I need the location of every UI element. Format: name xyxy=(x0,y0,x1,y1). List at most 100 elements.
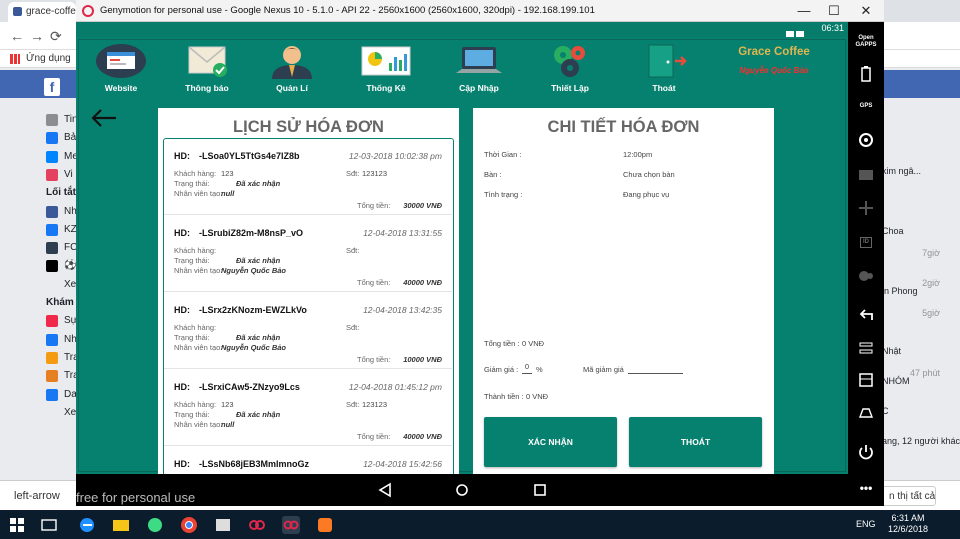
sidebar-item[interactable]: Bả xyxy=(64,132,76,143)
invoice-date: 12-04-2018 01:45:12 pm xyxy=(348,382,442,392)
back-button-icon[interactable] xyxy=(854,304,878,328)
genymotion-window: Genymotion for personal use - Google Nex… xyxy=(76,0,884,506)
device-id-button[interactable]: ID xyxy=(854,230,878,254)
sidebar-item[interactable]: Da xyxy=(64,389,77,400)
xampp-icon[interactable] xyxy=(316,516,334,534)
sidebar-item[interactable]: Vi xyxy=(64,169,73,180)
table-label: Bàn : xyxy=(484,170,502,179)
language-indicator[interactable]: ENG xyxy=(856,519,876,529)
battery-icon[interactable] xyxy=(854,62,878,86)
invoice-list[interactable]: HD: -LSoa0YL5TtGs4e7lZ8b 12-03-2018 10:02:… xyxy=(163,138,454,474)
genymotion-taskbar-icon[interactable] xyxy=(248,516,266,534)
android-studio-icon[interactable] xyxy=(146,516,164,534)
clock-date: 12/6/2018 xyxy=(888,524,929,534)
sidebar-item[interactable]: Khám xyxy=(46,297,74,308)
more-icon[interactable]: ••• xyxy=(854,476,878,500)
contact-item[interactable]: in Phong xyxy=(882,286,918,296)
edge-icon[interactable] xyxy=(78,516,96,534)
camera-icon[interactable] xyxy=(854,128,878,152)
maximize-button[interactable]: ☐ xyxy=(820,2,848,20)
nav-back-icon[interactable] xyxy=(376,482,394,498)
app-screen: Website Thông báo Quản Lí Thống Kê Cập N… xyxy=(76,37,848,474)
sidebar-item[interactable]: Xe xyxy=(64,279,76,290)
task-view-icon[interactable] xyxy=(40,516,58,534)
confirm-button[interactable]: XÁC NHẬN xyxy=(484,417,617,467)
nav-manage[interactable]: Quản Lí xyxy=(256,37,328,95)
total-label: Tổng tiền: xyxy=(357,355,391,364)
nav-update[interactable]: Cập Nhập xyxy=(443,37,515,95)
contact-time: 7giờ xyxy=(922,248,940,258)
forward-icon[interactable]: → xyxy=(30,28,44,44)
dpad-icon[interactable] xyxy=(854,196,878,220)
invoice-history-title: LỊCH SỬ HÓA ĐƠN xyxy=(233,118,384,136)
invoice-item[interactable]: HD: -LSsNb68jEB3MmlmnoGz 12-04-2018 15:42:… xyxy=(164,447,452,474)
staff-label: Nhân viên tạo: xyxy=(174,420,223,429)
download-item[interactable]: left-arrow xyxy=(14,490,60,502)
staff-value: null xyxy=(221,189,235,198)
power-icon[interactable] xyxy=(854,440,878,464)
nav-statistics[interactable]: Thống Kê xyxy=(350,37,422,95)
invoice-item[interactable]: HD: -LSoa0YL5TtGs4e7lZ8b 12-03-2018 10:02:… xyxy=(164,139,452,215)
file-explorer-icon[interactable] xyxy=(112,516,130,534)
facebook-logo-icon[interactable]: f xyxy=(44,78,60,96)
invoice-item[interactable]: HD: -LSrubiZ82m-M8nsP_vO 12-04-2018 13:31:… xyxy=(164,216,452,292)
recent-apps-icon[interactable] xyxy=(854,368,878,392)
facebook-favicon-icon xyxy=(13,7,22,16)
nav-recents-icon[interactable] xyxy=(531,482,549,498)
nav-home-icon[interactable] xyxy=(453,482,471,498)
snipping-tool-icon[interactable] xyxy=(214,516,232,534)
chrome-icon[interactable] xyxy=(180,516,198,534)
exit-button[interactable]: THOÁT xyxy=(629,417,762,467)
total-value: 0 VNĐ xyxy=(522,339,545,348)
total-label: Tổng tiền: xyxy=(357,201,391,210)
home-button-icon[interactable] xyxy=(854,400,878,424)
minimize-button[interactable]: — xyxy=(790,2,818,20)
nav-website[interactable]: Website xyxy=(85,37,157,95)
facebook-left-sidebar: Tin Bả Me Vi Lối tắt Nh KZ FC ⚽ Xe Khám Sự Nh Tra Tra D… xyxy=(0,100,80,510)
apps-label[interactable]: Ứng dụng xyxy=(26,53,71,64)
sidebar-item[interactable]: Lối tắt xyxy=(46,187,76,198)
sidebar-item[interactable]: Nh xyxy=(64,334,77,345)
show-all-downloads-button[interactable]: n thị tất cả xyxy=(880,486,936,506)
status-time: 06:31 xyxy=(821,23,844,33)
close-button[interactable]: ✕ xyxy=(852,2,880,20)
video-icon[interactable] xyxy=(854,162,878,186)
invoice-code: -LSsNb68jEB3MmlmnoGz xyxy=(199,459,310,469)
contact-item[interactable]: Nhật xyxy=(882,346,901,356)
sidebar-item[interactable]: Xe xyxy=(64,407,76,418)
status-value: Đã xác nhận xyxy=(236,179,281,188)
sidebar-item[interactable]: Nh xyxy=(64,206,77,217)
clock[interactable]: 6:31 AM 12/6/2018 xyxy=(888,513,928,535)
invoice-hd-label: HD: xyxy=(174,459,190,469)
gears-icon xyxy=(554,46,585,77)
back-arrow-icon[interactable] xyxy=(90,107,118,129)
menu-button-icon[interactable] xyxy=(854,336,878,360)
customer-label: Khách hàng: xyxy=(174,246,217,255)
contact-item[interactable]: kim ngâ... xyxy=(882,166,921,176)
invoice-item[interactable]: HD: -LSrx2zKNozm-EWZLkVo 12-04-2018 13:42:… xyxy=(164,293,452,369)
contact-item[interactable]: NHÓM xyxy=(882,376,910,386)
discount-code-input[interactable] xyxy=(628,362,683,374)
open-gapps-button[interactable]: Open GAPPS xyxy=(854,30,878,54)
contact-item[interactable]: ang, 12 người khác xyxy=(882,436,960,446)
sidebar-item[interactable]: ⚽ xyxy=(64,260,76,271)
contact-item[interactable]: Choa xyxy=(882,226,904,236)
invoice-item[interactable]: HD: -LSrxiCAw5-ZNzyo9Lcs 12-04-2018 01:45:… xyxy=(164,370,452,446)
nav-settings[interactable]: Thiết Lập xyxy=(534,37,606,95)
sidebar-icon xyxy=(46,205,58,218)
contact-time: 5giờ xyxy=(922,308,940,318)
nav-notifications[interactable]: Thông báo xyxy=(171,37,243,95)
apps-icon[interactable] xyxy=(10,54,20,64)
status-label: Tình trạng : xyxy=(484,190,523,199)
sidebar-item[interactable]: KZ xyxy=(64,224,77,235)
discount-input[interactable]: 0 xyxy=(522,362,532,374)
browser-tab[interactable]: grace-coffe xyxy=(8,2,76,22)
reload-icon[interactable]: ⟳ xyxy=(50,28,62,45)
genymotion-player-icon[interactable] xyxy=(282,516,300,534)
sms-icon[interactable] xyxy=(854,264,878,288)
back-icon[interactable]: ← xyxy=(10,28,24,44)
gps-button[interactable]: GPS xyxy=(854,94,878,118)
windows-start-icon[interactable] xyxy=(8,516,26,534)
top-navigation: Website Thông báo Quản Lí Thống Kê Cập N… xyxy=(76,37,848,95)
nav-exit[interactable]: Thoát xyxy=(628,37,700,95)
